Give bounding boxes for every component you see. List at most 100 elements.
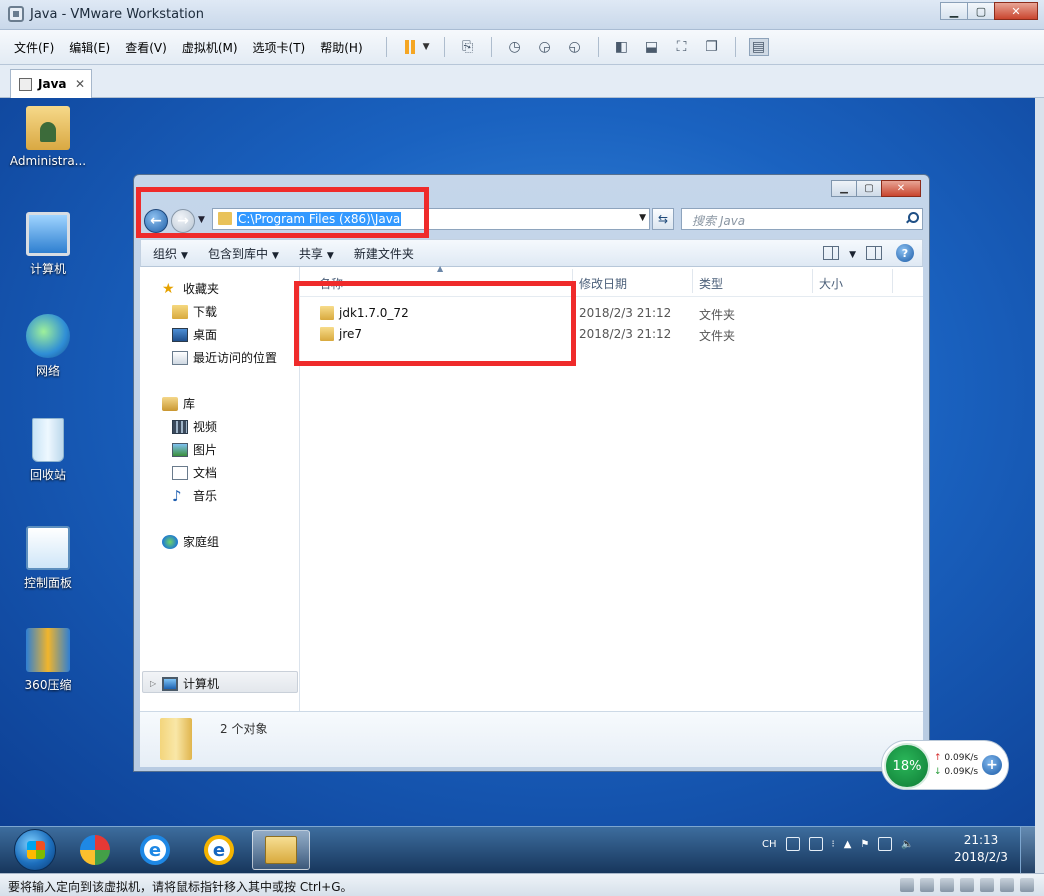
include-in-library-button[interactable]: 包含到库中 ▼	[208, 245, 279, 262]
memory-usage-badge[interactable]: 18%	[884, 743, 930, 789]
nav-documents[interactable]: 文档	[172, 464, 217, 481]
menu-file[interactable]: 文件(F)	[14, 39, 54, 56]
minimize-icon[interactable]: ▁	[831, 180, 857, 197]
navigation-pane: ★ 收藏夹 下载 桌面 最近访问的位置 库 视频 图片 文档 ♪ 音乐 家庭组 ▷ …	[140, 267, 300, 737]
thumbnail-view-icon[interactable]: ⬓	[642, 38, 662, 56]
address-bar[interactable]: C:\Program Files (x86)\Java ▼	[212, 208, 650, 230]
nav-desktop[interactable]: 桌面	[172, 326, 217, 343]
new-folder-button[interactable]: 新建文件夹	[354, 245, 414, 262]
search-input[interactable]: 搜索 Java	[681, 208, 923, 230]
close-icon[interactable]: ✕	[994, 2, 1038, 20]
share-button[interactable]: 共享 ▼	[299, 245, 334, 262]
nav-libraries[interactable]: 库	[162, 395, 195, 412]
desktop-icon-administrator[interactable]: Administra...	[8, 106, 88, 168]
close-icon[interactable]: ✕	[881, 180, 921, 197]
desktop-icon-label: 360压缩	[24, 678, 72, 692]
file-list[interactable]: ▲ 名称 修改日期 类型 大小 jdk1.7.0_72 2018/2/3 21:…	[300, 264, 923, 711]
keyboard-icon[interactable]	[785, 837, 800, 851]
refresh-button[interactable]: ⇆	[652, 208, 674, 230]
column-divider[interactable]	[692, 269, 693, 293]
input-language[interactable]: CH	[762, 839, 777, 850]
show-desktop-button[interactable]	[1020, 827, 1035, 874]
column-header-size[interactable]: 大小	[819, 275, 843, 292]
nav-computer[interactable]: 计算机	[162, 675, 219, 692]
sound-icon[interactable]	[980, 878, 994, 892]
table-row[interactable]: jre7 2018/2/3 21:12 文件夹	[300, 324, 923, 345]
taskbar-app-1[interactable]	[66, 830, 124, 870]
show-hidden-icons-icon[interactable]: ▲	[844, 839, 852, 850]
chevron-down-icon[interactable]: ▼	[845, 246, 856, 260]
column-divider[interactable]	[572, 269, 573, 293]
volume-icon[interactable]: 🔈	[901, 839, 913, 850]
menu-vm[interactable]: 虚拟机(M)	[182, 39, 238, 56]
internet-explorer-icon: e	[204, 835, 234, 865]
minimize-icon[interactable]: ▁	[940, 2, 968, 20]
desktop-icon-control-panel[interactable]: 控制面板	[8, 526, 88, 591]
column-header-modified[interactable]: 修改日期	[579, 275, 627, 292]
plus-icon[interactable]: +	[982, 755, 1002, 775]
address-path[interactable]: C:\Program Files (x86)\Java	[237, 212, 402, 226]
column-divider[interactable]	[892, 269, 893, 293]
maximize-icon[interactable]: ▢	[856, 180, 882, 197]
taskbar-browser-1[interactable]: e	[126, 830, 184, 870]
nav-pictures[interactable]: 图片	[172, 441, 217, 458]
tab-close-icon[interactable]: ✕	[75, 77, 85, 91]
column-header-type[interactable]: 类型	[699, 275, 723, 292]
back-button[interactable]: ←	[144, 209, 168, 233]
desktop-icon-360zip[interactable]: 360压缩	[8, 628, 88, 693]
nav-music[interactable]: ♪ 音乐	[172, 487, 217, 504]
display-icon[interactable]	[1020, 878, 1034, 892]
start-button[interactable]	[14, 829, 56, 871]
printer-icon[interactable]	[1000, 878, 1014, 892]
chevron-down-icon[interactable]: ▼	[639, 213, 646, 223]
taskbar-browser-2[interactable]: e	[190, 830, 248, 870]
help-icon[interactable]	[808, 837, 823, 851]
column-header-name[interactable]: 名称	[319, 275, 343, 292]
nav-videos[interactable]: 视频	[172, 418, 217, 435]
nav-recent-places[interactable]: 最近访问的位置	[172, 349, 277, 366]
console-view-icon[interactable]: ▤	[748, 38, 769, 56]
recent-pages-icon[interactable]: ▼	[198, 215, 205, 225]
preview-pane-icon[interactable]	[866, 246, 882, 260]
view-options-icon[interactable]	[823, 246, 840, 260]
organize-button[interactable]: 组织 ▼	[153, 245, 188, 262]
nav-favorites[interactable]: ★ 收藏夹	[162, 280, 219, 297]
network-status-icon[interactable]	[878, 837, 893, 851]
chevron-down-icon[interactable]: ▼	[423, 42, 430, 52]
forward-button[interactable]: →	[171, 209, 195, 233]
expand-arrow-icon[interactable]: ▷	[150, 679, 156, 688]
network-speed-widget[interactable]: 18% ↑ 0.09K/s ↓ 0.09K/s +	[881, 740, 1009, 790]
snapshot-revert-icon[interactable]: ◶	[535, 38, 555, 56]
send-ctrl-alt-del-icon[interactable]: ⎘	[458, 38, 478, 56]
usb-icon[interactable]	[960, 878, 974, 892]
snapshot-take-icon[interactable]: ◷	[505, 38, 525, 56]
clock[interactable]: 21:13 2018/2/3	[950, 832, 1012, 866]
hard-disk-icon[interactable]	[900, 878, 914, 892]
desktop-icon-recycle-bin[interactable]: 回收站	[8, 418, 88, 483]
network-adapter-icon[interactable]	[940, 878, 954, 892]
desktop-icon-label: 网络	[35, 364, 60, 378]
pause-icon[interactable]	[400, 38, 420, 56]
maximize-icon[interactable]: ▢	[967, 2, 995, 20]
menu-edit[interactable]: 编辑(E)	[69, 39, 110, 56]
menu-view[interactable]: 查看(V)	[125, 39, 167, 56]
column-divider[interactable]	[812, 269, 813, 293]
help-icon[interactable]: ?	[896, 244, 914, 262]
menu-help[interactable]: 帮助(H)	[320, 39, 362, 56]
nav-downloads[interactable]: 下载	[172, 303, 217, 320]
tray-expand-icon[interactable]: ⁝	[832, 839, 835, 850]
search-icon[interactable]	[905, 212, 919, 224]
menu-tabs[interactable]: 选项卡(T)	[253, 39, 306, 56]
tab-java[interactable]: Java ✕	[10, 69, 92, 98]
cd-drive-icon[interactable]	[920, 878, 934, 892]
taskbar-explorer[interactable]	[252, 830, 310, 870]
table-row[interactable]: jdk1.7.0_72 2018/2/3 21:12 文件夹	[300, 303, 923, 324]
flag-icon[interactable]: ⚑	[860, 839, 869, 850]
unity-icon[interactable]: ❐	[702, 38, 722, 56]
snapshot-manager-icon[interactable]: ◵	[565, 38, 585, 56]
nav-homegroup[interactable]: 家庭组	[162, 533, 219, 550]
desktop-icon-computer[interactable]: 计算机	[8, 212, 88, 277]
desktop-icon-network[interactable]: 网络	[8, 314, 88, 379]
library-view-icon[interactable]: ◧	[612, 38, 632, 56]
fullscreen-icon[interactable]: ⛶	[672, 38, 692, 56]
